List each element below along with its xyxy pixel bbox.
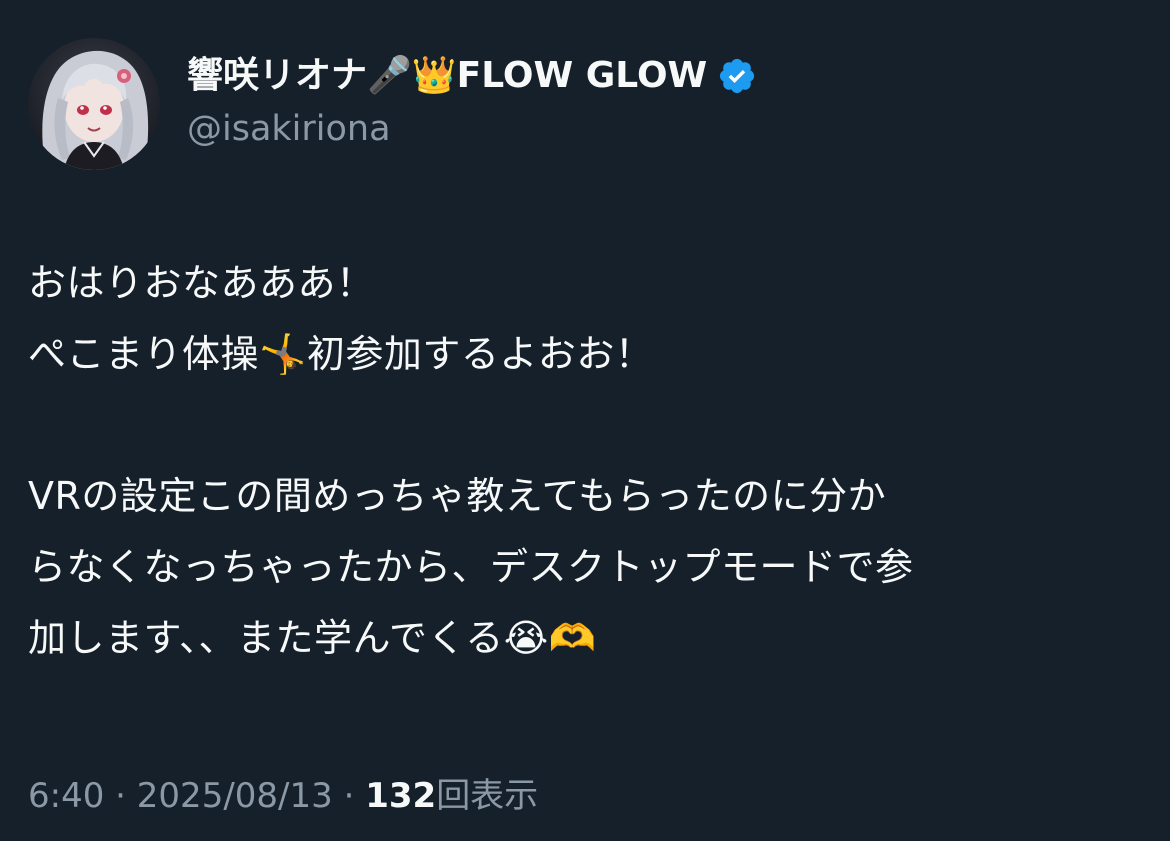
tweet-meta: 6:40 · 2025/08/13 · 132回表示: [28, 770, 538, 822]
author-display-name[interactable]: 響咲リオナ🎤👑FLOW GLOW: [187, 50, 707, 102]
verified-badge-icon: [717, 56, 757, 96]
author-handle[interactable]: @isakiriona: [187, 106, 757, 152]
tweet-text: おはりおなあああ！ ぺこまり体操🤸初参加するよおお！ VRの設定この間めっちゃ教…: [28, 261, 914, 660]
views-count: 132: [365, 776, 437, 816]
meta-separator: ·: [115, 776, 126, 816]
tweet-card[interactable]: 響咲リオナ🎤👑FLOW GLOW @isakiriona おはりおなあああ！ ぺ…: [0, 0, 1170, 841]
avatar[interactable]: [28, 38, 160, 170]
tweet-time[interactable]: 6:40: [28, 776, 104, 816]
display-name-row: 響咲リオナ🎤👑FLOW GLOW: [187, 50, 757, 102]
meta-separator: ·: [343, 776, 355, 816]
views-label: 回表示: [436, 776, 539, 816]
author-names: 響咲リオナ🎤👑FLOW GLOW @isakiriona: [187, 38, 757, 152]
tweet-header: 響咲リオナ🎤👑FLOW GLOW @isakiriona: [28, 38, 757, 170]
tweet-date[interactable]: 2025/08/13: [137, 776, 333, 816]
